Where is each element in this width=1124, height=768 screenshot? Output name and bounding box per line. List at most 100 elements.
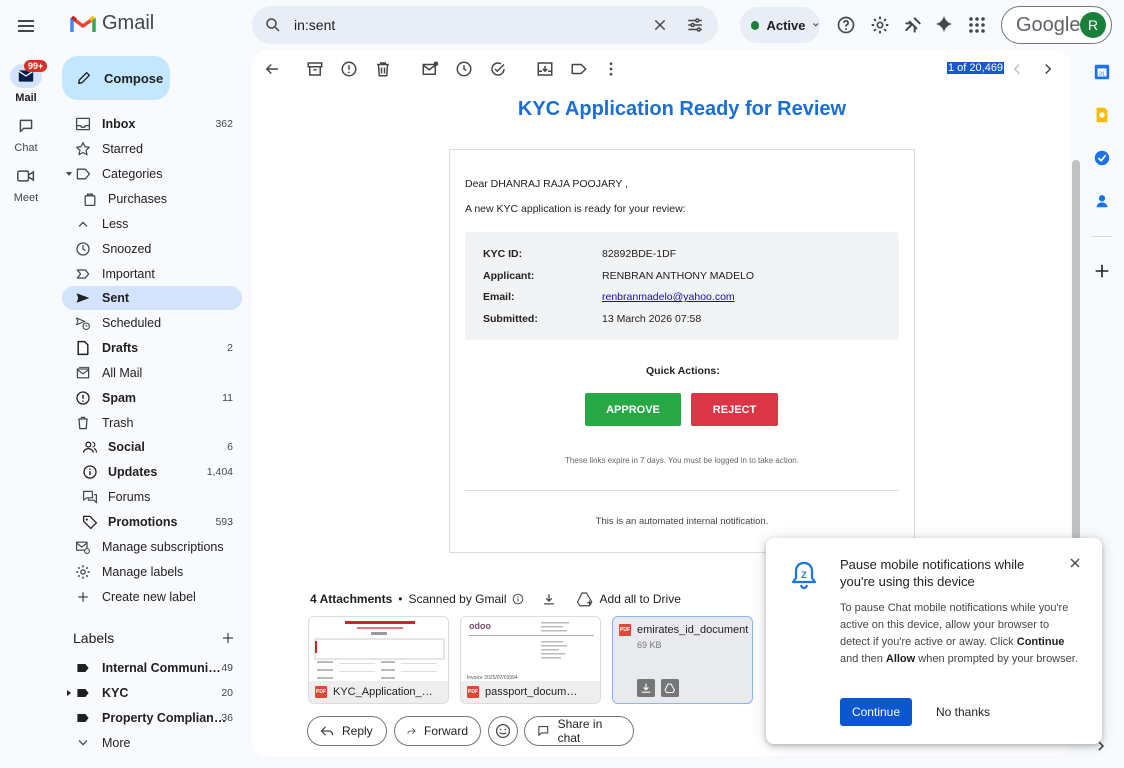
scrollbar-thumb[interactable] — [1072, 160, 1080, 540]
nav-forums[interactable]: Forums — [62, 485, 242, 509]
label-kyc[interactable]: KYC 20 — [62, 681, 242, 705]
label-name: Property Complian… — [102, 711, 227, 725]
continue-button[interactable]: Continue — [840, 698, 912, 726]
newer-chevron-icon[interactable] — [1008, 60, 1026, 78]
apps-script-icon[interactable] — [903, 15, 923, 35]
approve-button[interactable]: APPROVE — [585, 393, 681, 426]
download-attachment-button[interactable] — [637, 679, 655, 697]
nav-sent[interactable]: Sent — [62, 286, 242, 310]
add-all-to-drive[interactable]: Add all to Drive — [600, 592, 681, 606]
caret-right-icon[interactable] — [66, 690, 72, 696]
svg-text:31: 31 — [1099, 72, 1105, 78]
nav-manage-subscriptions[interactable]: Manage subscriptions — [62, 535, 242, 559]
nav-label: Updates — [108, 465, 158, 479]
nav-create-label[interactable]: Create new label — [62, 585, 242, 609]
nav-social[interactable]: Social 6 — [62, 435, 242, 459]
nav-purchases[interactable]: Purchases — [62, 187, 242, 211]
caret-down-icon[interactable] — [66, 171, 72, 177]
delete-icon[interactable] — [374, 60, 392, 78]
nav-snoozed[interactable]: Snoozed — [62, 237, 242, 261]
drive-add-icon — [664, 683, 676, 693]
nav-label: Sent — [102, 291, 130, 305]
google-apps-icon[interactable] — [968, 16, 986, 34]
download-all-icon[interactable] — [542, 592, 556, 606]
nav-updates[interactable]: Updates 1,404 — [62, 460, 242, 484]
info-icon[interactable] — [512, 593, 524, 605]
label-icon — [76, 168, 91, 180]
keep-icon[interactable] — [1093, 106, 1111, 124]
nav-label: Trash — [102, 416, 134, 430]
search-icon[interactable] — [264, 16, 282, 34]
attachment-kyc-application[interactable]: PDF KYC_Application_… — [308, 616, 449, 704]
older-chevron-icon[interactable] — [1039, 60, 1057, 78]
star-icon — [76, 142, 90, 156]
search-bar[interactable]: in:sent — [252, 6, 718, 44]
nav-important[interactable]: Important — [62, 262, 242, 286]
report-spam-icon[interactable] — [340, 60, 358, 78]
nav-less[interactable]: Less — [62, 212, 242, 236]
nav-count: 1,404 — [206, 466, 233, 478]
nav-manage-labels[interactable]: Manage labels — [62, 560, 242, 584]
rail-chat-label: Chat — [14, 142, 38, 154]
gmail-logo[interactable]: Gmail — [70, 12, 154, 35]
avatar[interactable]: R — [1080, 12, 1106, 38]
back-arrow-icon[interactable] — [263, 60, 281, 78]
smiley-icon — [495, 723, 511, 739]
status-dot — [751, 20, 760, 30]
status-selector[interactable]: Active — [740, 7, 820, 43]
search-input[interactable]: in:sent — [294, 17, 335, 33]
app-name: Gmail — [102, 12, 155, 34]
add-to-drive-icon[interactable] — [576, 591, 594, 607]
mark-unread-icon[interactable] — [421, 60, 439, 78]
nav-inbox[interactable]: Inbox 362 — [62, 112, 242, 136]
gemini-icon[interactable] — [934, 14, 954, 34]
tasks-icon[interactable] — [1093, 149, 1111, 167]
archive-icon[interactable] — [306, 60, 324, 78]
rail-chat[interactable]: Chat — [0, 114, 52, 154]
snooze-icon[interactable] — [455, 60, 473, 78]
google-account-button[interactable]: Google R — [1001, 6, 1112, 44]
clear-search-icon[interactable] — [652, 17, 668, 33]
get-addons-plus-icon[interactable] — [1093, 262, 1111, 280]
label-internal-communications[interactable]: Internal Communi… 49 — [62, 656, 242, 680]
calendar-icon[interactable]: 31 — [1093, 63, 1111, 81]
contacts-icon[interactable] — [1093, 192, 1111, 210]
nav-trash[interactable]: Trash — [62, 411, 242, 435]
no-thanks-button[interactable]: No thanks — [936, 705, 990, 719]
compose-button[interactable]: Compose — [62, 56, 170, 100]
add-task-icon[interactable] — [489, 60, 507, 78]
rail-meet-label: Meet — [13, 192, 39, 204]
nav-scheduled[interactable]: Scheduled — [62, 311, 242, 335]
more-options-icon[interactable] — [602, 60, 620, 78]
add-label-icon[interactable] — [221, 631, 235, 645]
help-icon[interactable] — [836, 15, 856, 35]
nav-spam[interactable]: Spam 11 — [62, 386, 242, 410]
nav-all-mail[interactable]: All Mail — [62, 361, 242, 385]
nav-drafts[interactable]: Drafts 2 — [62, 336, 242, 360]
nav-promotions[interactable]: Promotions 593 — [62, 510, 242, 534]
save-to-drive-button[interactable] — [661, 679, 679, 697]
close-icon[interactable] — [1070, 558, 1080, 568]
reply-button[interactable]: Reply — [307, 716, 387, 746]
label-property-compliance[interactable]: Property Complian… 36 — [62, 706, 242, 730]
applicant-email-link[interactable]: renbranmadelo@yahoo.com — [602, 291, 735, 303]
rail-meet[interactable]: Meet — [0, 164, 52, 204]
attachment-passport[interactable]: odoo Invoice 2025/07/03994 PDF passport_… — [460, 616, 601, 704]
search-options-icon[interactable] — [686, 16, 704, 34]
dialog-body: To pause Chat mobile notifications while… — [840, 600, 1080, 668]
share-in-chat-button[interactable]: Share in chat — [524, 716, 634, 746]
reject-button[interactable]: REJECT — [691, 393, 778, 426]
share-label: Share in chat — [557, 717, 603, 745]
attachment-emirates-id[interactable]: PDF emirates_id_document 69 KB — [612, 616, 753, 704]
plus-icon — [78, 592, 88, 602]
nav-label: Starred — [102, 142, 143, 156]
nav-categories[interactable]: Categories — [62, 162, 242, 186]
main-menu-icon[interactable] — [14, 14, 38, 38]
labels-more[interactable]: More — [62, 731, 242, 755]
label-as-icon[interactable] — [570, 60, 588, 78]
forward-button[interactable]: Forward — [394, 716, 481, 746]
move-to-icon[interactable] — [536, 60, 554, 78]
nav-starred[interactable]: Starred — [62, 137, 242, 161]
settings-gear-icon[interactable] — [870, 15, 890, 35]
emoji-reaction-button[interactable] — [488, 716, 518, 746]
